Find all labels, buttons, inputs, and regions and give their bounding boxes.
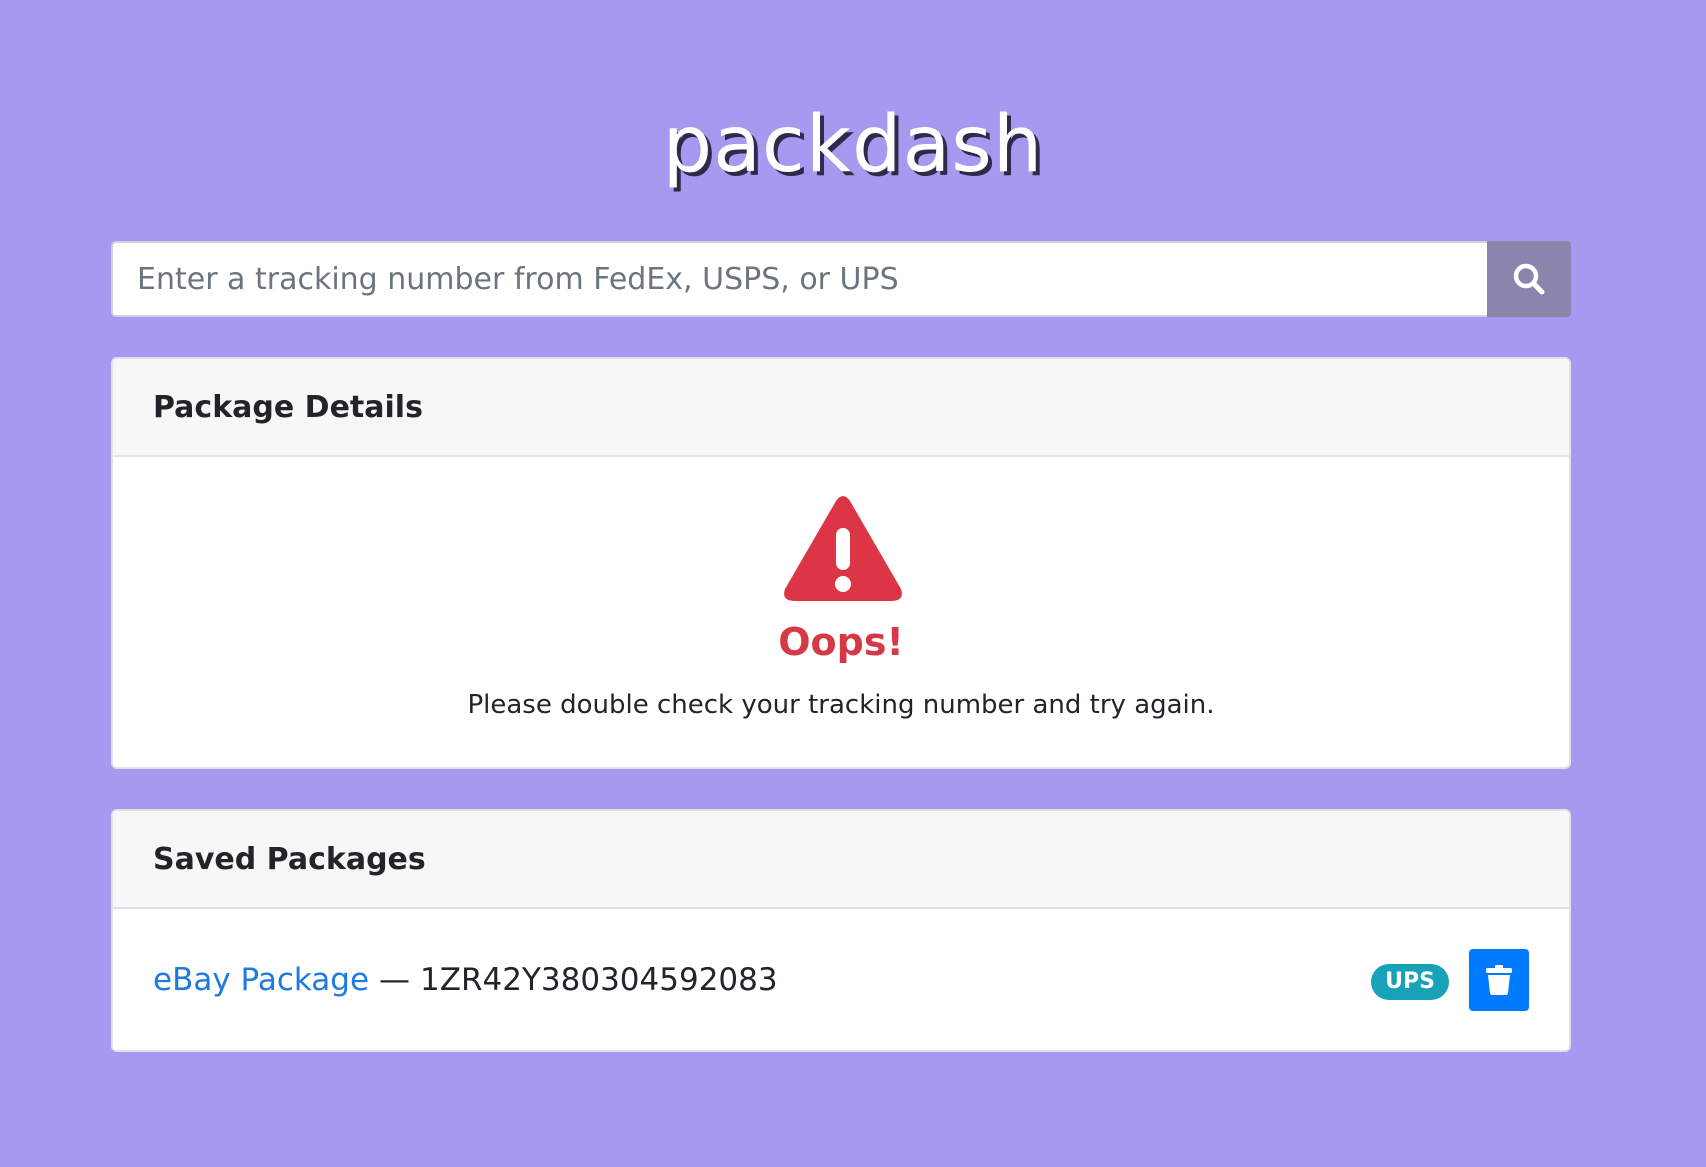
separator-dash: — — [379, 961, 411, 998]
search-bar — [111, 241, 1571, 317]
package-details-body: Oops! Please double check your tracking … — [113, 457, 1569, 767]
package-name-link[interactable]: eBay Package — [153, 962, 369, 998]
app-logo: packdash — [662, 100, 1044, 190]
saved-packages-header: Saved Packages — [113, 811, 1569, 909]
trash-icon — [1486, 964, 1512, 995]
carrier-badge: UPS — [1371, 963, 1449, 1000]
warning-triangle-icon — [784, 496, 902, 601]
search-button[interactable] — [1487, 241, 1571, 317]
list-item: eBay Package — 1ZR42Y380304592083 UPS — [113, 909, 1569, 1050]
saved-packages-card: Saved Packages eBay Package — 1ZR42Y3803… — [111, 809, 1571, 1052]
tracking-number-input[interactable] — [111, 241, 1487, 317]
error-title: Oops! — [778, 620, 904, 664]
delete-package-button[interactable] — [1469, 948, 1529, 1011]
error-message: Please double check your tracking number… — [467, 690, 1215, 720]
package-details-card: Package Details Oops! Please double chec… — [111, 357, 1571, 769]
package-details-header: Package Details — [113, 359, 1569, 457]
search-icon — [1513, 263, 1545, 295]
tracking-number: 1ZR42Y380304592083 — [420, 961, 778, 998]
